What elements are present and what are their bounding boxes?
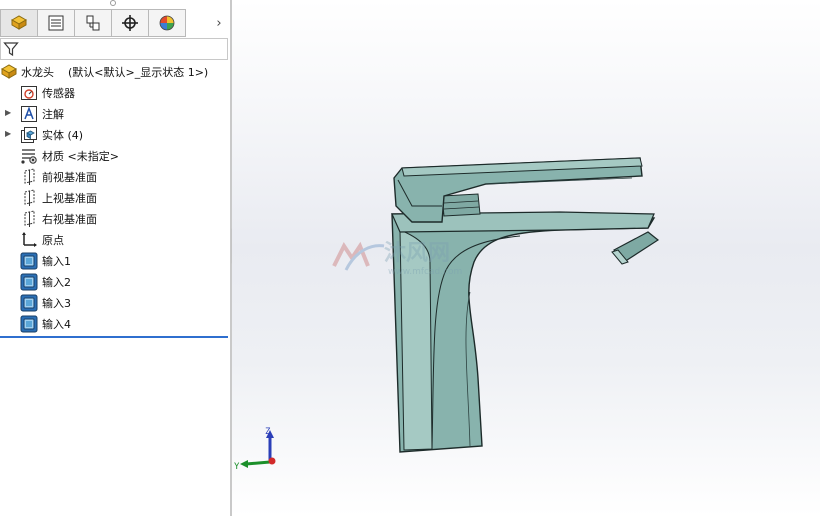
tab-display-manager[interactable] <box>148 9 186 37</box>
configuration-icon <box>86 15 100 31</box>
part-icon <box>0 64 18 79</box>
panel-grip[interactable] <box>110 0 116 6</box>
expand-arrow-icon[interactable]: ▶ <box>5 108 13 117</box>
watermark-title: 沐风网 <box>384 241 450 266</box>
view-triad: Z Y <box>234 427 276 472</box>
sensor-icon <box>21 86 37 100</box>
tree-filter-bar[interactable] <box>0 38 228 60</box>
feature-tree-icon <box>10 15 28 30</box>
part-configuration: (默认<默认>_显示状态 1>) <box>68 66 209 79</box>
filter-icon[interactable] <box>3 41 19 57</box>
tree-item-origin[interactable]: 原点 <box>20 230 64 250</box>
tree-item-label: 输入1 <box>42 255 71 268</box>
origin-icon <box>22 232 37 247</box>
material-icon <box>21 149 37 164</box>
faucet-model[interactable] <box>232 0 820 516</box>
imported-body-icon <box>20 273 38 291</box>
tree-item-import-4[interactable]: 输入4 <box>20 314 71 334</box>
tab-feature-manager[interactable] <box>0 9 38 37</box>
plane-icon <box>24 189 35 206</box>
axis-y-label: Y <box>234 462 240 472</box>
tree-item-label: 右视基准面 <box>42 213 97 226</box>
manager-tabs: › <box>0 9 230 37</box>
tree-item-label: 上视基准面 <box>42 192 97 205</box>
tree-item-label: 原点 <box>42 234 64 247</box>
tree-item-front-plane[interactable]: 前视基准面 <box>20 167 97 187</box>
imported-body-icon <box>20 315 38 333</box>
tree-item-solid-bodies[interactable]: 实体 (4) <box>20 125 83 145</box>
imported-body-icon <box>20 252 38 270</box>
feature-manager-panel: › 水龙头 (默认<默认>_显示状态 1>) 传感器 ▶ 注解 ▶ 实体 (4)… <box>0 0 230 516</box>
solid-bodies-icon <box>21 127 37 143</box>
graphics-area[interactable]: 沐风网 www.mfcad.com Z Y <box>232 0 820 516</box>
tree-item-import-3[interactable]: 输入3 <box>20 293 71 313</box>
imported-body-icon <box>20 294 38 312</box>
tree-item-top-plane[interactable]: 上视基准面 <box>20 188 97 208</box>
tree-item-right-plane[interactable]: 右视基准面 <box>20 209 97 229</box>
watermark-logo: 沐风网 www.mfcad.com <box>332 241 462 277</box>
tree-item-annotations[interactable]: 注解 <box>20 104 64 124</box>
plane-icon <box>24 168 35 185</box>
tree-item-label: 材质 <未指定> <box>42 150 119 163</box>
tree-item-sensors[interactable]: 传感器 <box>20 83 75 103</box>
plane-icon <box>24 210 35 227</box>
tree-item-label: 注解 <box>42 108 64 121</box>
tree-item-label: 实体 (4) <box>42 129 84 142</box>
property-list-icon <box>48 15 64 31</box>
tab-property-manager[interactable] <box>37 9 75 37</box>
axis-z-label: Z <box>265 427 271 437</box>
tree-item-label: 输入3 <box>42 297 71 310</box>
watermark-url: www.mfcad.com <box>388 267 462 277</box>
tab-more-button[interactable]: › <box>212 13 226 33</box>
tree-item-material[interactable]: 材质 <未指定> <box>20 146 119 166</box>
part-name: 水龙头 <box>21 66 54 79</box>
tree-item-label: 输入4 <box>42 318 71 331</box>
tree-item-label: 输入2 <box>42 276 71 289</box>
tree-item-label: 前视基准面 <box>42 171 97 184</box>
crosshair-icon <box>122 15 138 31</box>
tree-item-label: 传感器 <box>42 87 75 100</box>
appearance-icon <box>159 15 175 31</box>
tree-root-part[interactable]: 水龙头 (默认<默认>_显示状态 1>) <box>0 62 208 82</box>
expand-arrow-icon[interactable]: ▶ <box>5 129 13 138</box>
tab-dimxpert-manager[interactable] <box>111 9 149 37</box>
tree-item-import-2[interactable]: 输入2 <box>20 272 71 292</box>
tree-item-import-1[interactable]: 输入1 <box>20 251 71 271</box>
annotations-icon <box>21 106 37 122</box>
tree-end-marker <box>0 336 228 338</box>
tab-configuration-manager[interactable] <box>74 9 112 37</box>
